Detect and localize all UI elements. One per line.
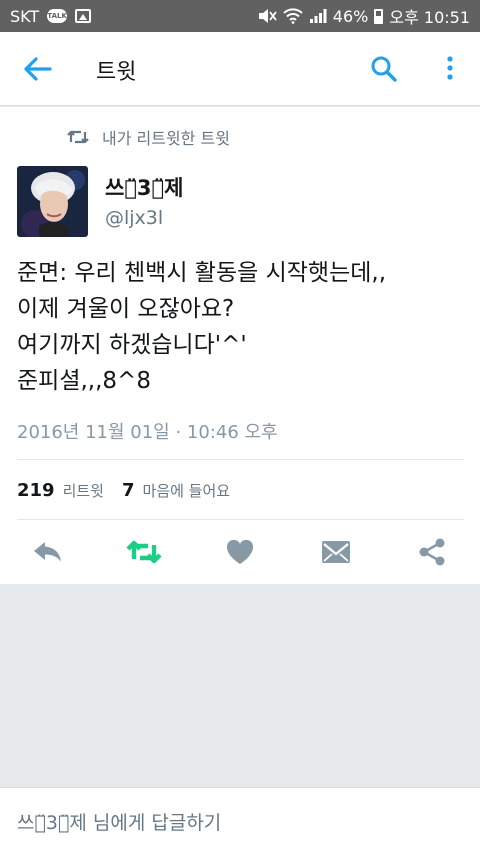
like-count[interactable]: 7	[122, 480, 135, 501]
gallery-notification-icon	[75, 9, 92, 23]
tweet-text: 준면: 우리 첸백시 활동을 시작햇는데,, 이제 겨울이 오잖아요? 여기까지…	[17, 255, 467, 399]
retweet-context-label: 내가 리트윗한 트윗	[102, 129, 230, 148]
tweet-text-line: 준피셜,,,8^8	[17, 368, 151, 394]
divider	[17, 519, 464, 520]
author-display-name[interactable]: 쓰ᄋ̈3ᄋ̈제	[105, 172, 183, 202]
retweet-small-icon	[67, 130, 89, 144]
retweet-count-label[interactable]: 리트윗	[63, 480, 104, 501]
reply-composer[interactable]: 쓰ᄋ̈3ᄋ̈제 님에게 답글하기	[0, 787, 480, 853]
clock: 오후 10:51	[389, 8, 470, 27]
search-icon	[371, 56, 397, 82]
reply-button[interactable]	[30, 535, 66, 569]
page-title: 트윗	[96, 60, 137, 85]
share-icon	[419, 538, 445, 566]
like-count-label[interactable]: 마음에 들어요	[143, 480, 231, 501]
tweet-text-line: 준면: 우리 첸백시 활동을 시작햇는데,,	[17, 260, 387, 286]
back-button[interactable]	[20, 54, 54, 84]
tweet-text-line: 이제 겨울이 오잖아요?	[17, 296, 235, 322]
status-bar: SKT TALK 46% 오후 10:51	[0, 0, 480, 32]
tweet-actions	[0, 535, 480, 569]
signal-icon	[309, 8, 327, 24]
author-handle[interactable]: @ljx3l	[105, 207, 163, 229]
back-arrow-icon	[24, 57, 52, 81]
like-button[interactable]	[222, 535, 258, 569]
reply-input-placeholder[interactable]: 쓰ᄋ̈3ᄋ̈제 님에게 답글하기	[17, 808, 221, 835]
more-options-button[interactable]	[442, 54, 458, 84]
direct-message-button[interactable]	[318, 535, 354, 569]
tweet-timestamp: 2016년 11월 01일 · 10:46 오후	[17, 422, 278, 443]
search-button[interactable]	[369, 54, 399, 84]
kakaotalk-icon: TALK	[47, 9, 68, 23]
mute-icon	[257, 8, 277, 24]
retweet-context: 내가 리트윗한 트윗	[66, 125, 230, 149]
battery-percent: 46%	[332, 6, 369, 26]
like-icon	[226, 539, 254, 564]
share-button[interactable]	[414, 535, 450, 569]
tweet-text-line: 여기까지 하겠습니다'^'	[17, 332, 247, 358]
app-header: 트윗	[0, 32, 480, 106]
tweet-stats: 219 리트윗 7 마음에 들어요	[17, 480, 230, 501]
avatar[interactable]	[17, 166, 88, 237]
retweet-count[interactable]: 219	[17, 480, 55, 501]
dm-icon	[322, 541, 350, 563]
divider	[17, 459, 464, 460]
avatar-photo	[17, 166, 88, 237]
retweet-button[interactable]	[126, 535, 162, 569]
tweet-detail: 내가 리트윗한 트윗 쓰ᄋ̈3ᄋ̈제 @ljx3l 준면: 우리 첸백시 활동을…	[0, 107, 480, 584]
wifi-icon	[283, 8, 303, 24]
battery-icon	[374, 8, 384, 24]
carrier-label: SKT	[10, 6, 40, 26]
retweet-icon	[126, 540, 162, 564]
reply-icon	[34, 542, 61, 562]
more-vertical-icon	[447, 56, 453, 80]
